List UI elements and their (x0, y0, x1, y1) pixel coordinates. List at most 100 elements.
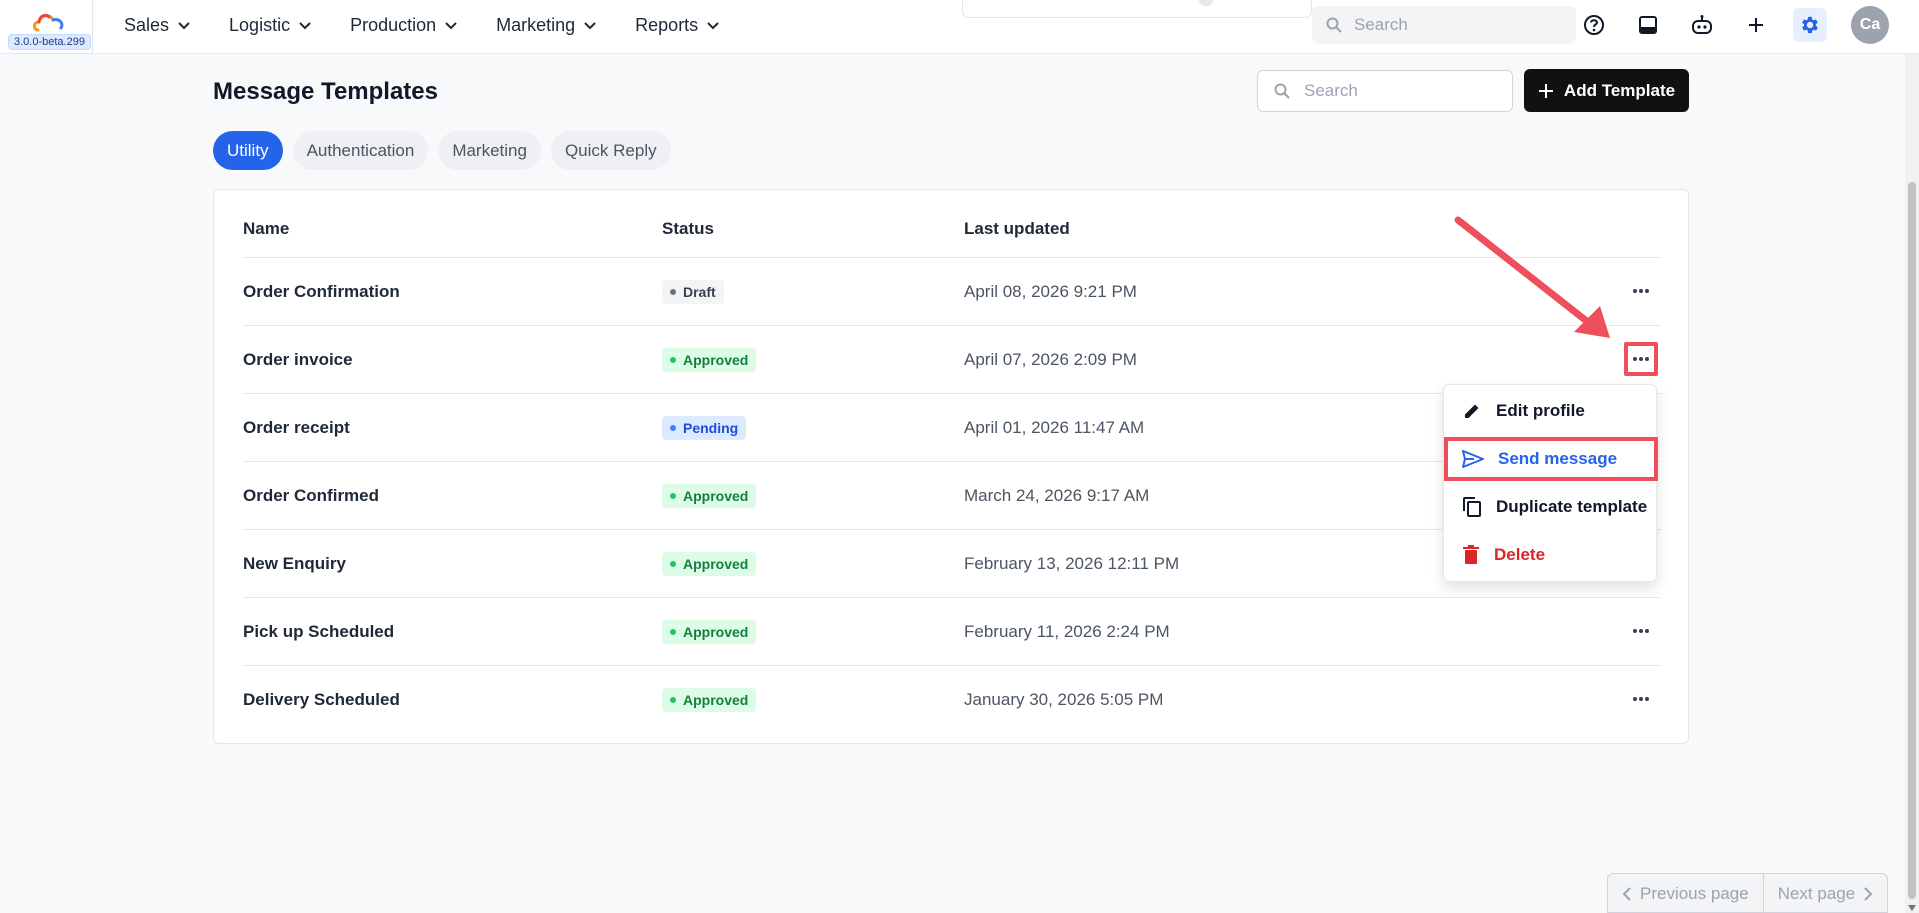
toolbar-icons: Ca (1581, 6, 1889, 44)
row-actions-button[interactable] (1624, 614, 1658, 648)
column-last-updated[interactable]: Last updated (964, 219, 1070, 239)
next-page-button[interactable]: Next page (1762, 874, 1887, 912)
status-cell: Pending (662, 416, 747, 440)
category-tabs: Utility Authentication Marketing Quick R… (213, 131, 671, 170)
global-search-input[interactable]: Search (1312, 6, 1576, 44)
nav-logistic[interactable]: Logistic (229, 15, 312, 36)
template-search-input[interactable]: Search (1257, 70, 1513, 112)
copy-icon (1463, 497, 1481, 517)
status-badge: Draft (662, 280, 724, 304)
status-cell: Approved (662, 348, 757, 372)
row-actions-button[interactable] (1624, 682, 1658, 716)
scrollbar-thumb[interactable] (1908, 182, 1916, 899)
send-icon (1462, 450, 1484, 468)
tab-authentication[interactable]: Authentication (292, 131, 429, 170)
add-template-button[interactable]: Add Template (1524, 69, 1689, 112)
tab-quick-reply[interactable]: Quick Reply (550, 131, 671, 170)
status-cell: Draft (662, 280, 724, 304)
template-name[interactable]: Order receipt (243, 418, 350, 438)
chevron-down-icon (299, 22, 311, 30)
column-status[interactable]: Status (662, 219, 714, 239)
status-badge: Approved (662, 484, 757, 508)
pagination: Previous page Next page (1607, 873, 1889, 913)
chevron-left-icon (1622, 887, 1631, 901)
page-scrollbar[interactable] (1905, 54, 1919, 913)
last-updated: March 24, 2026 9:17 AM (964, 486, 1150, 505)
top-navbar: 3.0.0-beta.299 Sales Logistic Production… (0, 0, 1919, 54)
status-badge: Pending (662, 416, 747, 440)
menu-duplicate-template[interactable]: Duplicate template (1444, 485, 1658, 529)
plus-icon (1538, 83, 1553, 98)
add-icon[interactable] (1743, 12, 1769, 38)
cloud-logo-icon (32, 13, 64, 32)
template-name[interactable]: Order Confirmed (243, 486, 379, 506)
row-actions-button[interactable] (1624, 342, 1658, 376)
user-avatar[interactable]: Ca (1851, 6, 1889, 44)
template-name[interactable]: Order invoice (243, 350, 353, 370)
tab-marketing[interactable]: Marketing (438, 131, 541, 170)
row-actions-button[interactable] (1624, 274, 1658, 308)
status-cell: Approved (662, 552, 757, 576)
nav-marketing[interactable]: Marketing (496, 15, 597, 36)
search-icon (1274, 83, 1290, 99)
nav-reports[interactable]: Reports (635, 15, 720, 36)
table-row[interactable]: Delivery Scheduled Approved January 30, 20… (243, 666, 1661, 734)
status-dot-icon (670, 425, 676, 431)
last-updated: February 11, 2026 2:24 PM (964, 622, 1170, 641)
status-label: Approved (683, 556, 749, 572)
last-updated: April 08, 2026 9:21 PM (964, 282, 1137, 301)
status-label: Approved (683, 488, 749, 504)
template-name[interactable]: Delivery Scheduled (243, 690, 400, 710)
menu-edit-profile[interactable]: Edit profile (1444, 389, 1658, 433)
status-label: Pending (683, 420, 739, 436)
more-horizontal-icon (1633, 697, 1649, 701)
menu-delete[interactable]: Delete (1444, 533, 1658, 577)
template-name[interactable]: Pick up Scheduled (243, 622, 394, 642)
tab-utility[interactable]: Utility (213, 131, 283, 170)
collapsed-panel (962, 0, 1312, 18)
last-updated: April 01, 2026 11:47 AM (964, 418, 1145, 437)
inbox-icon[interactable] (1635, 12, 1661, 38)
status-label: Approved (683, 352, 749, 368)
status-badge: Approved (662, 552, 757, 576)
nav-production[interactable]: Production (350, 15, 458, 36)
table-row[interactable]: Order Confirmation Draft April 08, 2026 9:… (243, 258, 1661, 326)
last-updated: February 13, 2026 12:11 PM (964, 554, 1180, 573)
help-icon[interactable] (1581, 12, 1607, 38)
main-nav: Sales Logistic Production Marketing Repo… (124, 0, 758, 50)
table-row[interactable]: Pick up Scheduled Approved February 11, 20… (243, 598, 1661, 666)
pencil-icon (1465, 404, 1479, 418)
previous-page-button[interactable]: Previous page (1608, 874, 1763, 912)
nav-sales[interactable]: Sales (124, 15, 191, 36)
bot-icon[interactable] (1689, 12, 1715, 38)
status-badge: Approved (662, 348, 757, 372)
last-updated: April 07, 2026 2:09 PM (964, 350, 1137, 369)
settings-gear-icon[interactable] (1793, 8, 1827, 42)
scroll-down-arrow-icon[interactable] (1908, 905, 1916, 911)
template-name[interactable]: Order Confirmation (243, 282, 400, 302)
template-name[interactable]: New Enquiry (243, 554, 346, 574)
annotation-arrow-icon (1454, 216, 1610, 338)
chevron-down-icon (178, 22, 190, 30)
last-updated: January 30, 2026 5:05 PM (964, 690, 1164, 709)
status-cell: Approved (662, 484, 757, 508)
status-label: Approved (683, 624, 749, 640)
page-title: Message Templates (213, 78, 438, 105)
column-name[interactable]: Name (243, 219, 289, 239)
trash-icon (1463, 545, 1479, 564)
status-cell: Approved (662, 688, 757, 712)
status-label: Draft (683, 284, 716, 300)
app-logo[interactable]: 3.0.0-beta.299 (8, 6, 92, 50)
chevron-down-icon (584, 22, 596, 30)
status-dot-icon (670, 697, 676, 703)
status-dot-icon (670, 629, 676, 635)
chevron-down-icon (707, 22, 719, 30)
status-badge: Approved (662, 620, 757, 644)
row-actions-menu: Edit profile Send message Duplicate temp… (1443, 384, 1658, 582)
chevron-down-icon (445, 22, 457, 30)
more-horizontal-icon (1633, 629, 1649, 633)
menu-send-message[interactable]: Send message (1444, 437, 1658, 481)
more-horizontal-icon (1633, 357, 1649, 361)
chevron-right-icon (1864, 887, 1873, 901)
search-icon (1326, 17, 1342, 33)
